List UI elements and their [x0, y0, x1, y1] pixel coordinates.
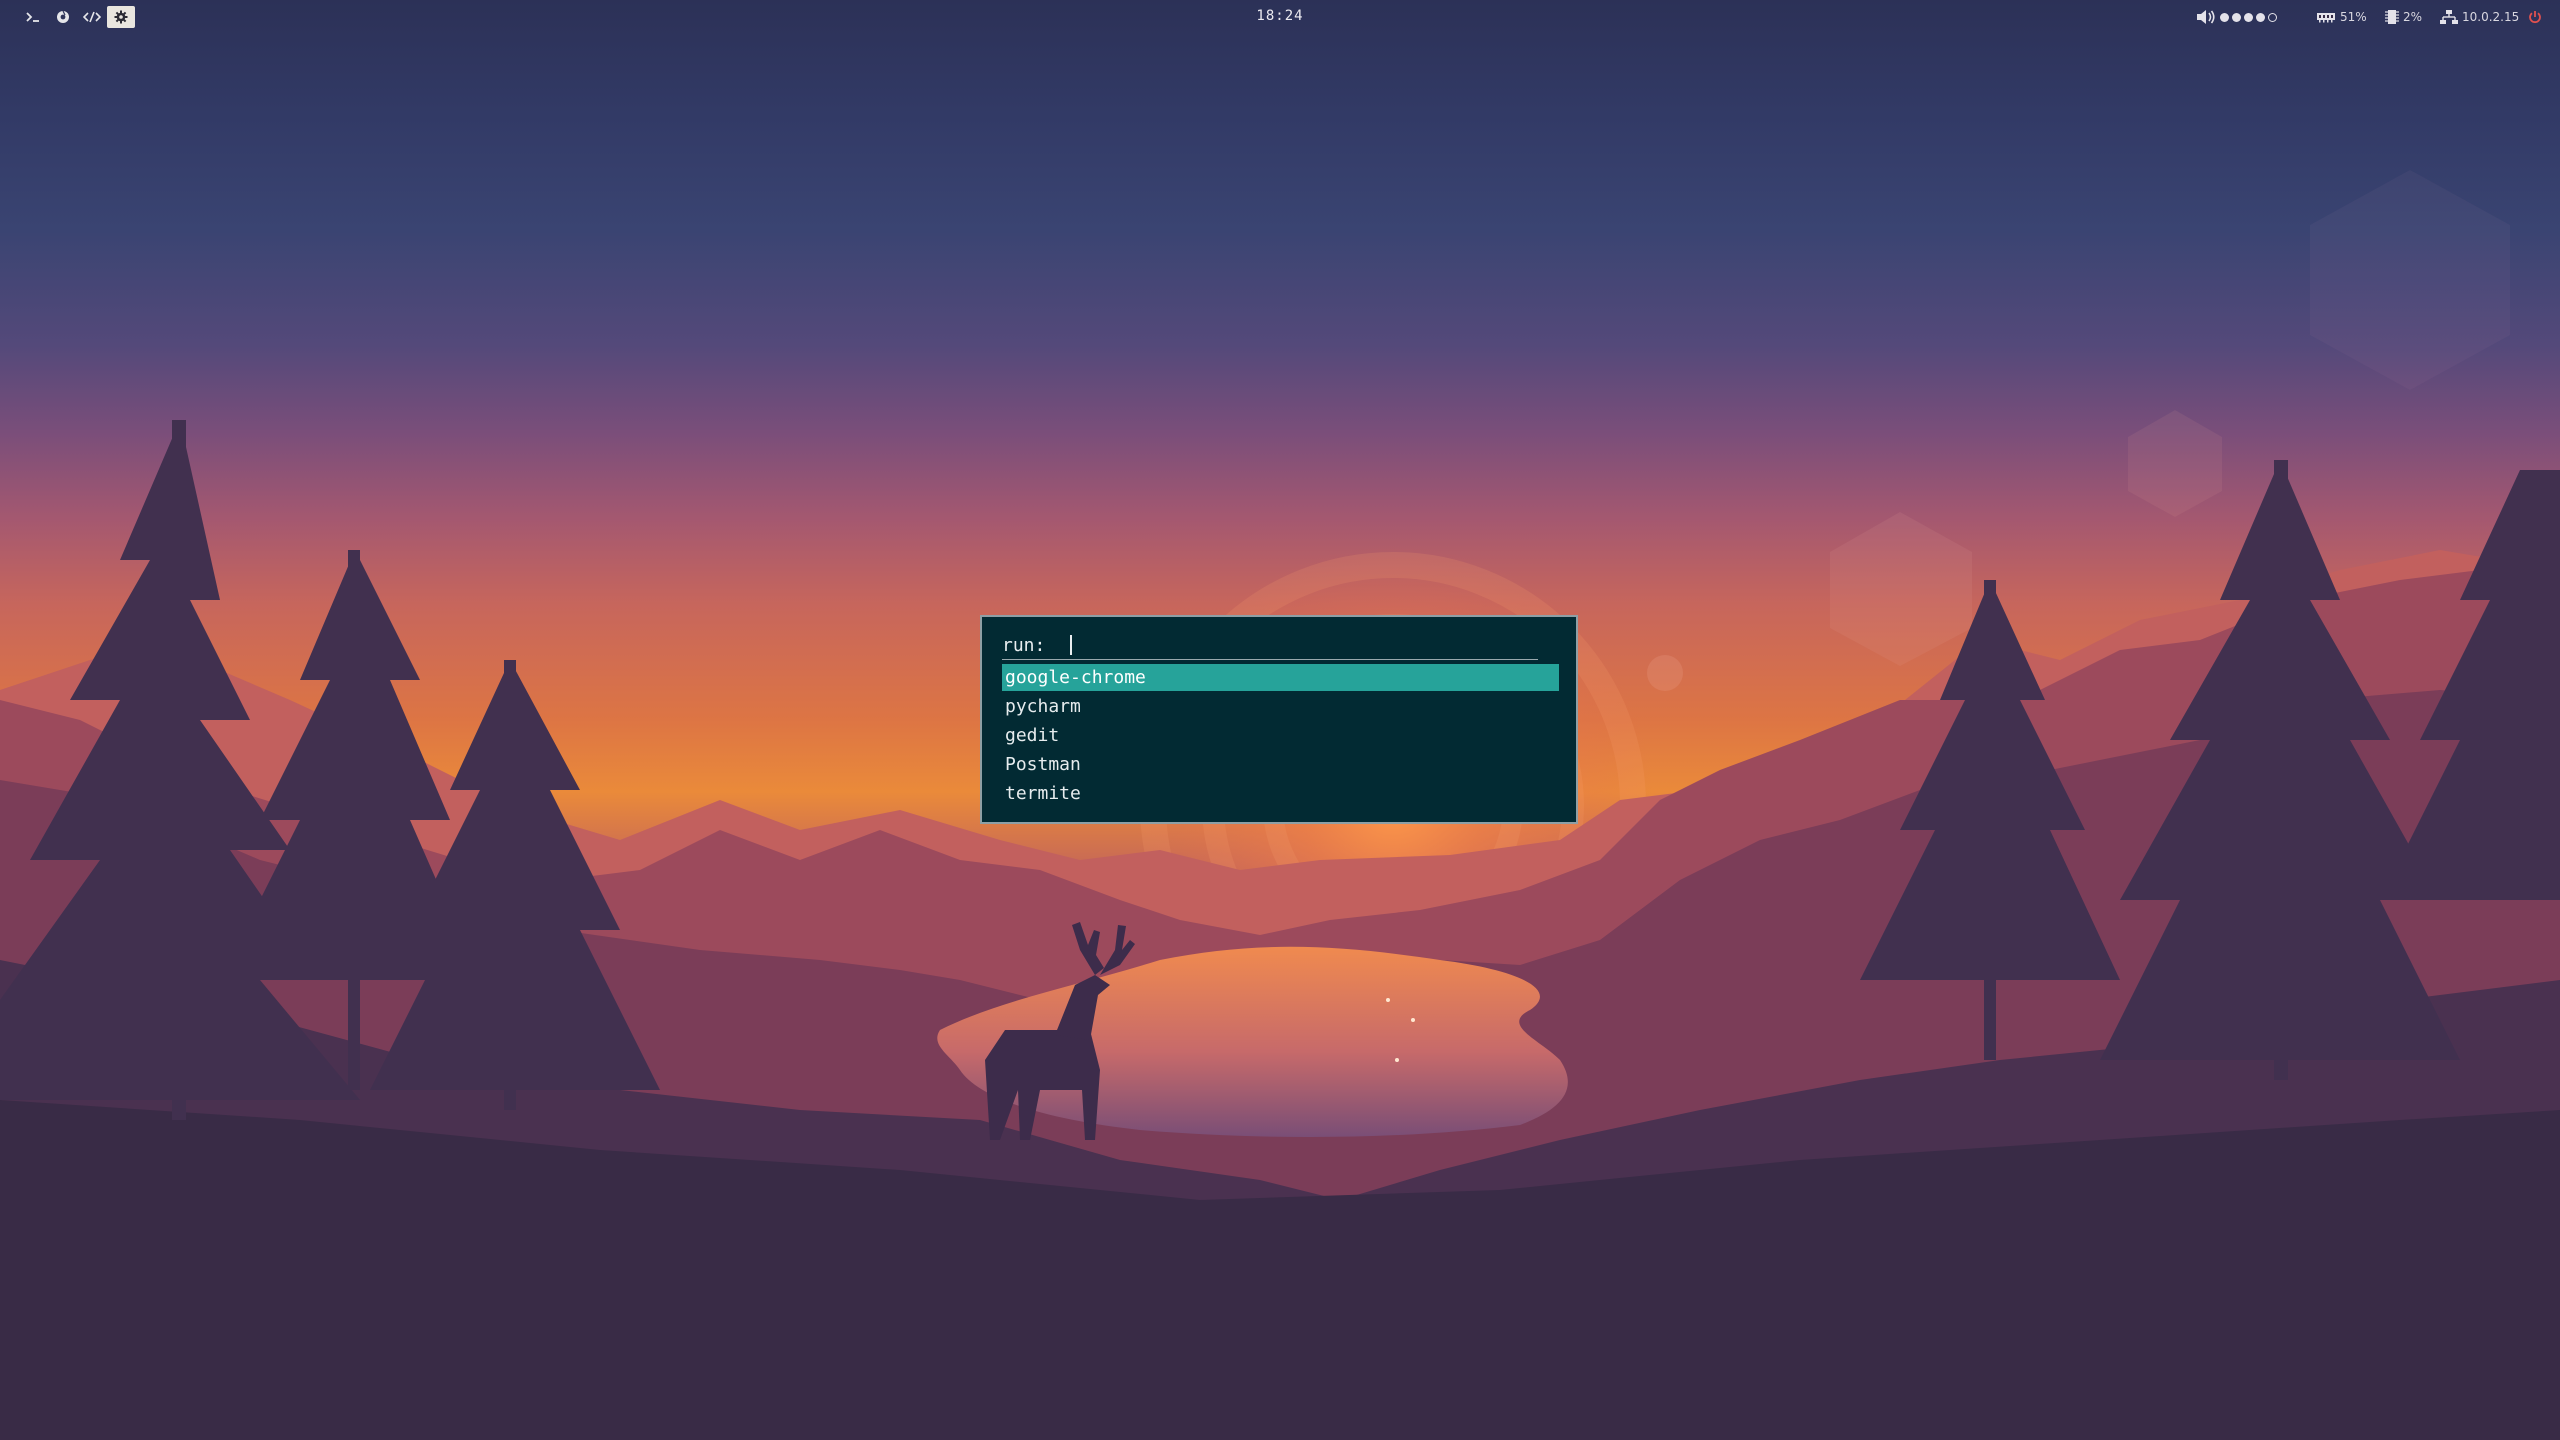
- clock[interactable]: 18:24: [1230, 8, 1330, 24]
- terminal-icon: [25, 10, 41, 24]
- gear-icon: [114, 10, 128, 24]
- volume-control[interactable]: [2196, 8, 2277, 26]
- results-list: google-chrome pycharm gedit Postman term…: [1002, 664, 1559, 809]
- run-launcher: run: google-chrome pycharm gedit Postman…: [980, 615, 1578, 824]
- network-value: 10.0.2.15: [2462, 10, 2520, 24]
- cpu-icon: [2385, 9, 2403, 25]
- bokeh-dot: [1647, 655, 1683, 691]
- run-input[interactable]: [1053, 632, 1538, 658]
- text-caret: [1070, 635, 1072, 655]
- result-item[interactable]: pycharm: [1002, 693, 1559, 720]
- cpu-indicator: 2%: [2385, 8, 2422, 26]
- prompt-label: run:: [1002, 634, 1046, 656]
- result-item[interactable]: termite: [1002, 780, 1559, 807]
- result-item[interactable]: Postman: [1002, 751, 1559, 778]
- lake-sparkle: [1386, 998, 1390, 1002]
- top-bar: 18:24 51% 2% 10.0.2.15: [0, 0, 2560, 34]
- network-icon: [2440, 9, 2462, 25]
- network-indicator[interactable]: 10.0.2.15: [2440, 8, 2519, 26]
- bokeh-hex: [2128, 410, 2222, 517]
- cpu-value: 2%: [2403, 10, 2423, 24]
- volume-dot-empty[interactable]: [2268, 12, 2277, 22]
- volume-dot-filled[interactable]: [2244, 12, 2253, 22]
- lake-sparkle: [1411, 1018, 1415, 1022]
- memory-value: 51%: [2340, 10, 2367, 24]
- power-button[interactable]: [2528, 8, 2546, 26]
- volume-dot-filled[interactable]: [2220, 12, 2229, 22]
- workspace-settings[interactable]: [107, 6, 135, 28]
- lake-sparkle: [1395, 1058, 1399, 1062]
- speaker-icon: [2196, 9, 2220, 25]
- power-icon: [2528, 10, 2546, 24]
- bokeh-hex: [1830, 512, 1972, 666]
- volume-dot-filled[interactable]: [2232, 12, 2241, 22]
- volume-dot-filled[interactable]: [2256, 12, 2265, 22]
- memory-indicator: 51%: [2316, 8, 2367, 26]
- globe-icon: [56, 10, 70, 24]
- prompt-row: run:: [1002, 631, 1538, 660]
- code-icon: [83, 10, 101, 24]
- workspace-code[interactable]: [78, 6, 106, 28]
- workspace-browser[interactable]: [49, 6, 77, 28]
- memory-icon: [2316, 11, 2340, 23]
- result-item[interactable]: gedit: [1002, 722, 1559, 749]
- result-item[interactable]: google-chrome: [1002, 664, 1559, 691]
- desktop: 18:24 51% 2% 10.0.2.15 run: google-chrom…: [0, 0, 2560, 1440]
- bokeh-hex: [2310, 170, 2510, 390]
- workspace-terminal[interactable]: [19, 6, 47, 28]
- volume-level[interactable]: [2220, 12, 2277, 22]
